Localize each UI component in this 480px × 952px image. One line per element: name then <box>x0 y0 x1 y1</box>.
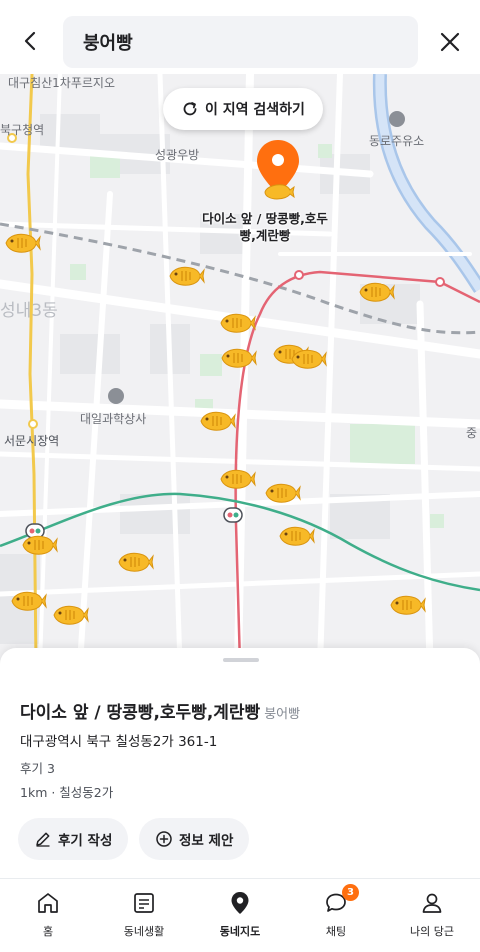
pencil-icon <box>36 832 50 847</box>
search-query: 붕어빵 <box>83 33 133 54</box>
store-category: 붕어빵 <box>264 707 301 722</box>
nav-map-label: 동네지도 <box>219 925 261 938</box>
bungeoppang-marker[interactable] <box>277 524 315 548</box>
map-label-market: 대일과학상사 <box>80 412 147 426</box>
nav-community-label: 동네생활 <box>123 925 165 938</box>
bungeoppang-marker[interactable] <box>218 311 256 335</box>
suggest-info-label: 정보 제안 <box>179 833 234 849</box>
plus-circle-icon <box>156 831 172 847</box>
chevron-left-icon <box>24 31 36 51</box>
nav-home-label: 홈 <box>42 925 54 938</box>
nav-chat[interactable]: 3 채팅 <box>288 879 384 952</box>
store-distance: 1km · 칠성동2가 <box>20 785 114 800</box>
search-input[interactable]: 붕어빵 <box>63 16 418 68</box>
selected-location-pin[interactable] <box>253 138 303 202</box>
map-pin-icon <box>257 140 299 200</box>
nav-community[interactable]: 동네생활 <box>96 879 192 952</box>
bungeoppang-marker[interactable] <box>218 467 256 491</box>
store-name: 다이소 앞 / 땅콩빵,호두빵,계란빵 <box>20 703 261 723</box>
close-icon <box>440 32 460 52</box>
write-review-button[interactable]: 후기 작성 <box>18 818 129 860</box>
nav-home[interactable]: 홈 <box>0 879 96 952</box>
search-this-area-button[interactable]: 이 지역 검색하기 <box>163 88 323 130</box>
sheet-drag-handle[interactable] <box>223 658 259 662</box>
bottom-navigation: 홈 동네생활 동네지도 3 채팅 나의 당근 <box>0 878 480 952</box>
map-label-gas-station: 동로주유소 <box>369 134 425 148</box>
map-label-buk-office: 북구청역 <box>0 123 45 137</box>
bungeoppang-marker[interactable] <box>116 550 154 574</box>
store-address: 대구광역시 북구 칠성동2가 361-1 <box>20 734 218 750</box>
bungeoppang-marker[interactable] <box>388 593 426 617</box>
store-review-count: 후기 3 <box>20 761 55 776</box>
bungeoppang-marker[interactable] <box>289 347 327 371</box>
write-review-label: 후기 작성 <box>58 833 113 849</box>
map-view[interactable]: 대구침산1차푸르지오 북구청역 성광우방 동로주유소 성내3동 대일과학상사 서… <box>0 74 480 664</box>
bungeoppang-marker[interactable] <box>3 231 41 255</box>
map-label-station: 서문시장역 <box>4 434 60 448</box>
map-label-edge: 중 <box>466 426 478 440</box>
nav-my-profile-label: 나의 당근 <box>410 925 454 938</box>
chat-unread-badge: 3 <box>342 884 359 901</box>
community-icon <box>134 893 154 913</box>
map-pin-icon <box>231 892 249 914</box>
store-title: 다이소 앞 / 땅콩빵,호두빵,계란빵 붕어빵 <box>20 698 300 723</box>
nav-map[interactable]: 동네지도 <box>192 879 288 952</box>
bungeoppang-marker[interactable] <box>198 409 236 433</box>
bungeoppang-marker[interactable] <box>20 533 58 557</box>
nav-my-profile[interactable]: 나의 당근 <box>384 879 480 952</box>
map-label-seonggwang: 성광우방 <box>155 148 200 162</box>
store-detail-sheet: 다이소 앞 / 땅콩빵,호두빵,계란빵 붕어빵 대구광역시 북구 칠성동2가 36… <box>0 648 480 880</box>
bungeoppang-marker[interactable] <box>51 603 89 627</box>
selected-pin-title: 다이소 앞 / 땅콩빵,호두빵,계란빵 <box>202 211 328 243</box>
profile-icon <box>422 893 442 913</box>
bungeoppang-marker[interactable] <box>357 280 395 304</box>
nav-chat-label: 채팅 <box>325 925 347 938</box>
refresh-icon <box>183 102 197 116</box>
bungeoppang-marker[interactable] <box>263 481 301 505</box>
map-label-apartment: 대구침산1차푸르지오 <box>8 76 115 90</box>
back-button[interactable] <box>16 26 46 56</box>
clear-search-button[interactable] <box>434 26 466 58</box>
bungeoppang-marker[interactable] <box>167 264 205 288</box>
bungeoppang-marker[interactable] <box>219 346 257 370</box>
top-bar: 붕어빵 <box>0 0 480 74</box>
home-icon <box>38 893 58 913</box>
map-label-district: 성내3동 <box>0 301 58 321</box>
suggest-info-button[interactable]: 정보 제안 <box>139 818 250 860</box>
bungeoppang-marker[interactable] <box>9 589 47 613</box>
search-this-area-label: 이 지역 검색하기 <box>205 102 305 118</box>
